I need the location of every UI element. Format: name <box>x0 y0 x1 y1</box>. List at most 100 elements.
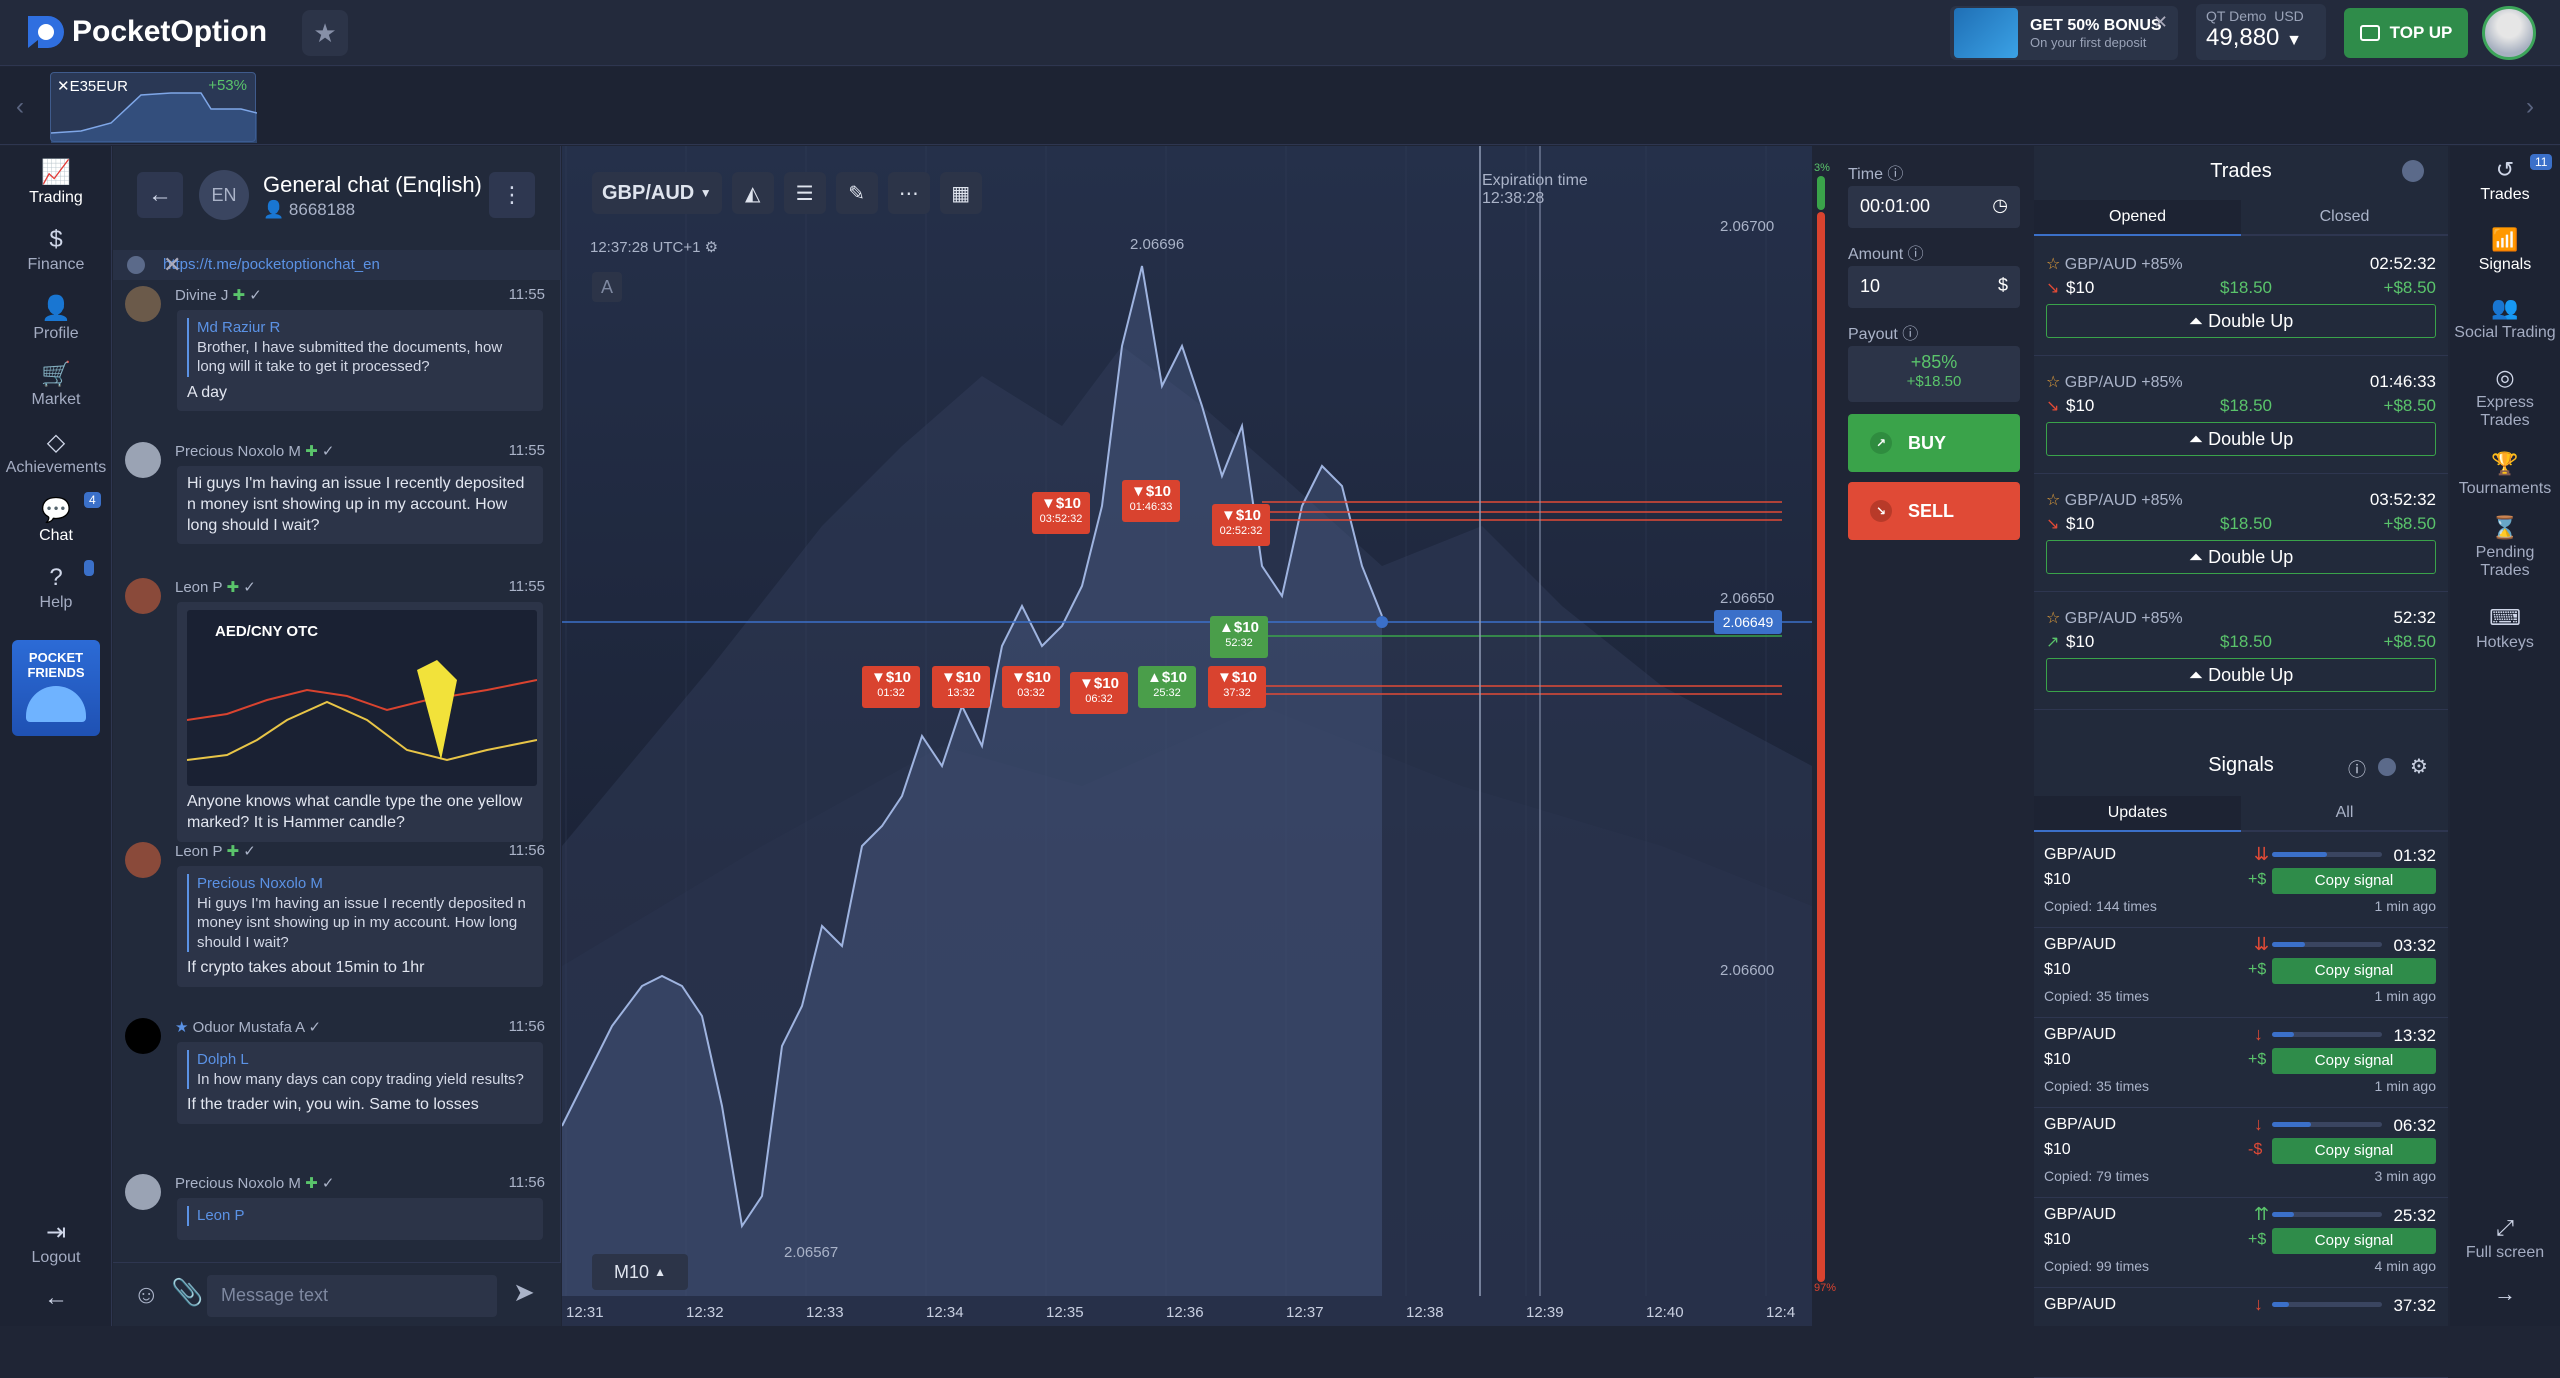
rnav-tournaments[interactable]: 🏆 Tournaments <box>2450 451 2560 498</box>
bonus-banner[interactable]: GET 50% BONUS On your first deposit ✕ <box>1950 6 2178 60</box>
avatar[interactable] <box>125 1018 161 1054</box>
balance-selector[interactable]: QT Demo USD 49,880 ▼ <box>2196 4 2326 60</box>
chat-menu-button[interactable]: ⋮ <box>489 172 535 218</box>
currency-icon[interactable]: $ <box>1998 275 2008 296</box>
copy-signal-button[interactable]: Copy signal <box>2272 1228 2436 1254</box>
trade-marker[interactable]: ▼$10 06:32 <box>1070 672 1128 714</box>
star-icon[interactable]: ☆ <box>2046 610 2060 627</box>
collapse-right-button[interactable]: → <box>2450 1281 2560 1310</box>
chart-icon: 📈 <box>41 159 71 186</box>
list-icon[interactable] <box>2402 160 2424 182</box>
nav-profile[interactable]: 👤 Profile <box>0 294 112 343</box>
trade-marker[interactable]: ▼$10 37:32 <box>1208 666 1266 708</box>
double-up-button[interactable]: ⏶ Double Up <box>2046 658 2436 692</box>
message-author[interactable]: Leon P <box>175 843 222 860</box>
gear-icon[interactable]: ⚙ <box>705 239 718 256</box>
avatar[interactable] <box>125 442 161 478</box>
more-button[interactable]: ⋯ <box>887 172 930 214</box>
trade-marker[interactable]: ▼$10 02:52:32 <box>1212 504 1270 546</box>
help-icon[interactable]: ⓘ <box>1887 166 1903 183</box>
message-author[interactable]: Divine J <box>175 287 228 304</box>
timeframe-selector[interactable]: M10 ▲ <box>592 1254 688 1290</box>
nav-market[interactable]: 🛒 Market <box>0 360 112 409</box>
send-icon[interactable]: ➤ <box>513 1277 535 1308</box>
avatar[interactable] <box>125 1174 161 1210</box>
copy-signal-button[interactable]: Copy signal <box>2272 1138 2436 1164</box>
trade-marker[interactable]: ▼$10 13:32 <box>932 666 990 708</box>
double-up-button[interactable]: ⏶ Double Up <box>2046 422 2436 456</box>
gear-icon[interactable]: ⚙ <box>2410 754 2428 779</box>
avatar[interactable] <box>125 578 161 614</box>
star-icon[interactable]: ☆ <box>2046 256 2060 273</box>
drawing-button[interactable]: ✎ <box>835 172 878 214</box>
tab-opened[interactable]: Opened <box>2034 200 2241 236</box>
chevron-left-icon[interactable]: ‹ <box>16 93 24 121</box>
buy-button[interactable]: ↗ BUY <box>1848 414 2020 472</box>
emoji-icon[interactable]: ☺ <box>133 1279 160 1310</box>
trade-marker[interactable]: ▼$10 01:46:33 <box>1122 480 1180 522</box>
message-author[interactable]: Precious Noxolo M <box>175 443 301 460</box>
copy-signal-button[interactable]: Copy signal <box>2272 1048 2436 1074</box>
collapse-button[interactable]: ← <box>0 1284 112 1314</box>
rnav-signals[interactable]: 📶 Signals <box>2450 227 2560 274</box>
message-input[interactable]: Message text <box>207 1275 497 1317</box>
nav-finance[interactable]: $ Finance <box>0 226 112 274</box>
trade-marker[interactable]: ▼$10 03:52:32 <box>1032 492 1090 534</box>
nav-help[interactable]: ? Help <box>0 564 112 612</box>
price-chart[interactable]: GBP/AUD ▼ ◭ ☰ ✎ ⋯ ▦ 12:37:28 UTC+1 ⚙ A E… <box>562 146 1812 1326</box>
trade-marker[interactable]: ▲$10 52:32 <box>1210 616 1268 658</box>
rnav-pending-trades[interactable]: ⌛ Pending Trades <box>2450 515 2560 579</box>
tab-all[interactable]: All <box>2241 796 2448 832</box>
trade-marker[interactable]: ▲$10 25:32 <box>1138 666 1196 708</box>
trade-marker[interactable]: ▼$10 01:32 <box>862 666 920 708</box>
nav-trading[interactable]: 📈 Trading <box>0 158 112 207</box>
tab-updates[interactable]: Updates <box>2034 796 2241 832</box>
logo[interactable]: PocketOption <box>24 14 267 50</box>
rnav-express-trades[interactable]: ◎ Express Trades <box>2450 365 2560 429</box>
pair-selector[interactable]: GBP/AUD ▼ <box>592 172 722 214</box>
rnav-hotkeys[interactable]: ⌨ Hotkeys <box>2450 605 2560 652</box>
copy-signal-button[interactable]: Copy signal <box>2272 868 2436 894</box>
amount-input[interactable]: 10 $ <box>1848 266 2020 308</box>
copy-signal-button[interactable]: Copy signal <box>2272 958 2436 984</box>
asset-tab[interactable]: ✕E35EUR +53% <box>50 72 257 143</box>
indicators-button[interactable]: ☰ <box>783 172 826 214</box>
layout-button[interactable]: ▦ <box>939 172 982 214</box>
plus-icon: ✚ <box>305 1175 318 1192</box>
chart-a-marker[interactable]: A <box>592 272 622 302</box>
message-author[interactable]: Oduor Mustafa A <box>193 1019 305 1036</box>
double-up-button[interactable]: ⏶ Double Up <box>2046 540 2436 574</box>
star-icon[interactable]: ☆ <box>2046 374 2060 391</box>
help-icon[interactable]: ⓘ <box>2348 756 2366 782</box>
telegram-icon[interactable] <box>2378 758 2396 776</box>
favorite-button[interactable]: ★ <box>302 10 348 56</box>
tab-closed[interactable]: Closed <box>2241 200 2448 236</box>
message-author[interactable]: Precious Noxolo M <box>175 1175 301 1192</box>
close-icon[interactable]: ✕ <box>2153 12 2168 33</box>
clock-icon[interactable]: ◷ <box>1992 195 2008 216</box>
double-up-button[interactable]: ⏶ Double Up <box>2046 304 2436 338</box>
help-icon[interactable]: ⓘ <box>1902 326 1918 343</box>
rnav-fullscreen[interactable]: ⤢ Full screen <box>2450 1215 2560 1262</box>
avatar[interactable] <box>125 842 161 878</box>
sell-button[interactable]: ↘ SELL <box>1848 482 2020 540</box>
help-icon[interactable]: ⓘ <box>1908 246 1924 263</box>
nav-logout[interactable]: ⇥ Logout <box>0 1218 112 1267</box>
time-input[interactable]: 00:01:00 ◷ <box>1848 186 2020 228</box>
top-up-button[interactable]: TOP UP <box>2344 8 2468 58</box>
star-icon[interactable]: ☆ <box>2046 492 2060 509</box>
chart-type-button[interactable]: ◭ <box>731 172 774 214</box>
user-avatar[interactable] <box>2482 6 2536 60</box>
nav-achievements[interactable]: ◇ Achievements <box>0 428 112 477</box>
rnav-social-trading[interactable]: 👥 Social Trading <box>2450 295 2560 342</box>
chevron-right-icon[interactable]: › <box>2526 93 2534 121</box>
trade-marker[interactable]: ▼$10 03:32 <box>1002 666 1060 708</box>
back-button[interactable]: ← <box>137 172 183 218</box>
message-image[interactable]: AED/CNY OTC <box>187 610 537 786</box>
close-icon[interactable]: ✕ <box>163 252 549 278</box>
pocket-friends-promo[interactable]: POCKET FRIENDS <box>12 640 100 736</box>
sentiment-down <box>1817 212 1825 1282</box>
attach-icon[interactable]: 📎 <box>171 1277 203 1308</box>
avatar[interactable] <box>125 286 161 322</box>
message-author[interactable]: Leon P <box>175 579 222 596</box>
